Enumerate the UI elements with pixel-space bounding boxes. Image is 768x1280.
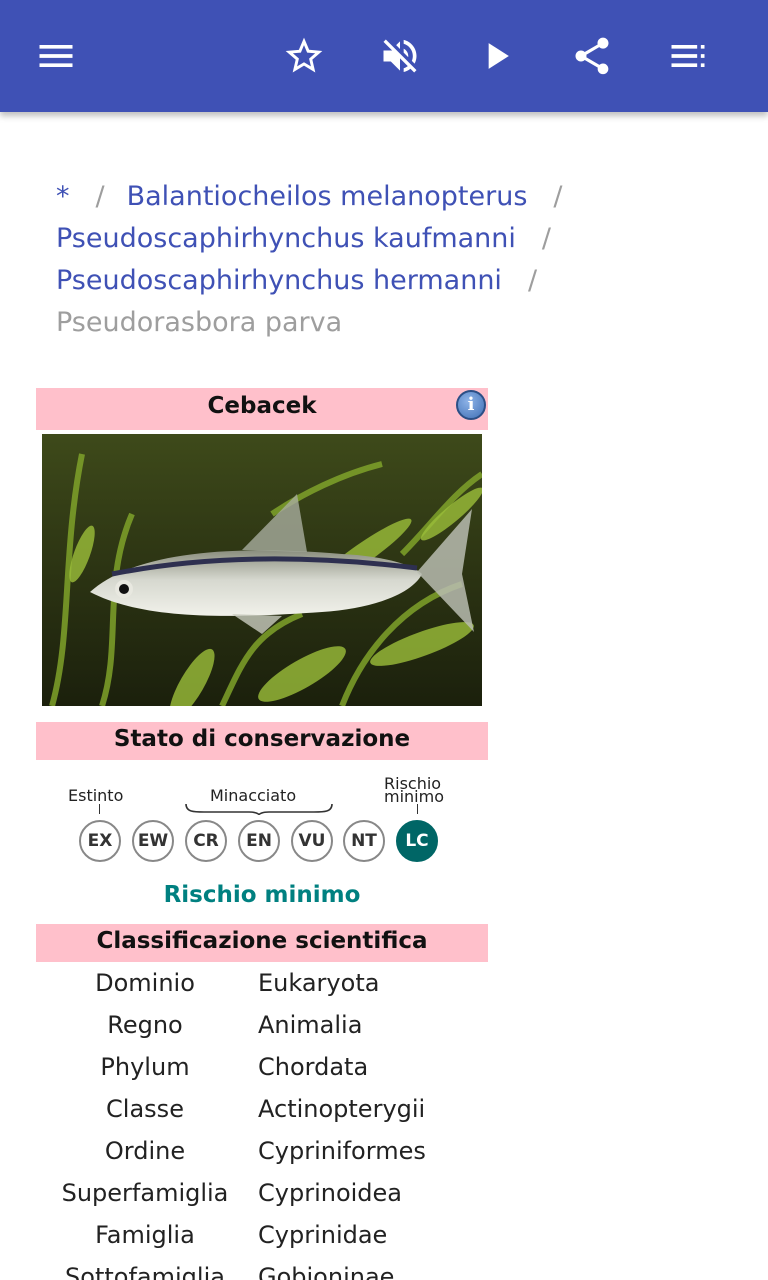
- classification-header: Classificazione scientifica: [36, 924, 488, 962]
- status-code-en: EN: [238, 820, 280, 862]
- rank-label: Famiglia: [95, 1221, 195, 1249]
- fish-photo-illustration: [42, 434, 482, 706]
- play-button[interactable]: [466, 26, 526, 86]
- species-photo[interactable]: [42, 434, 482, 706]
- status-code-vu: VU: [291, 820, 333, 862]
- rank-label: Regno: [107, 1011, 183, 1039]
- mute-button[interactable]: [370, 26, 430, 86]
- share-button[interactable]: [562, 26, 622, 86]
- breadcrumb-link-root[interactable]: *: [56, 181, 70, 212]
- classification-row: Ordine Cypriniformes: [36, 1132, 488, 1174]
- breadcrumb-separator: /: [541, 223, 552, 254]
- conservation-status-text[interactable]: Rischio minimo: [36, 882, 488, 908]
- playlist-button[interactable]: [658, 26, 718, 86]
- status-code-lc-active: LC: [396, 820, 438, 862]
- rank-label: Classe: [106, 1095, 184, 1123]
- app-toolbar: [0, 0, 768, 112]
- breadcrumb-link-hermanni[interactable]: Pseudoscaphirhynchus hermanni: [56, 265, 502, 296]
- tick-extinct: [99, 804, 100, 814]
- classification-row: Regno Animalia: [36, 1006, 488, 1048]
- threatened-brace: [185, 803, 333, 816]
- breadcrumb-separator: /: [553, 181, 563, 212]
- rank-label: Sottofamiglia: [65, 1263, 225, 1280]
- conservation-status-header: Stato di conservazione: [36, 722, 488, 760]
- classification-row: Famiglia Cyprinidae: [36, 1216, 488, 1258]
- label-least-concern-line2: minimo: [384, 787, 444, 806]
- classification-row: Dominio Eukaryota: [36, 964, 488, 1006]
- menu-icon: [39, 45, 73, 67]
- classification-table: Dominio Eukaryota Regno Animalia Phylum Cho…: [36, 964, 488, 1280]
- status-code-ew: EW: [132, 820, 174, 862]
- rank-value[interactable]: Cypriniformes: [254, 1132, 426, 1174]
- breadcrumb-current: Pseudorasbora parva: [56, 307, 343, 338]
- favorite-button[interactable]: [274, 26, 334, 86]
- status-code-nt: NT: [343, 820, 385, 862]
- rank-label: Ordine: [104, 1137, 186, 1165]
- share-icon: [575, 37, 609, 75]
- rank-value[interactable]: Cyprinidae: [254, 1216, 387, 1258]
- rank-value[interactable]: Actinopterygii: [254, 1090, 425, 1132]
- classification-row: Superfamiglia Cyprinoidea: [36, 1174, 488, 1216]
- infobox-title-bar: Cebacek i: [36, 388, 488, 430]
- rank-value[interactable]: Gobioninae: [254, 1258, 394, 1280]
- status-code-cr: CR: [185, 820, 227, 862]
- info-icon[interactable]: i: [456, 390, 486, 420]
- rank-value[interactable]: Animalia: [254, 1006, 362, 1048]
- rank-label: Superfamiglia: [61, 1179, 229, 1207]
- status-code-ex: EX: [79, 820, 121, 862]
- infobox-title: Cebacek: [207, 393, 317, 419]
- tick-least-concern: [417, 804, 418, 814]
- playlist-icon: [671, 45, 705, 67]
- rank-label: Phylum: [100, 1053, 190, 1081]
- classification-row: Classe Actinopterygii: [36, 1090, 488, 1132]
- star-outline-icon: [285, 37, 323, 73]
- breadcrumb-link-balantiocheilos[interactable]: Balantiocheilos melanopterus: [127, 181, 528, 212]
- rank-value[interactable]: Chordata: [254, 1048, 368, 1090]
- breadcrumb-separator: /: [527, 265, 538, 296]
- breadcrumb-separator: /: [95, 181, 105, 212]
- volume-off-icon: [383, 39, 417, 73]
- breadcrumb-link-kaufmanni[interactable]: Pseudoscaphirhynchus kaufmanni: [56, 223, 516, 254]
- classification-row: Sottofamiglia Gobioninae: [36, 1258, 488, 1280]
- rank-value[interactable]: Eukaryota: [254, 964, 379, 1006]
- classification-row: Phylum Chordata: [36, 1048, 488, 1090]
- rank-value[interactable]: Cyprinoidea: [254, 1174, 402, 1216]
- label-extinct: Estinto: [68, 786, 124, 805]
- breadcrumb: * / Balantiocheilos melanopterus / Pseudosc…: [56, 176, 736, 344]
- menu-button[interactable]: [26, 26, 86, 86]
- species-infobox: Cebacek i Stato di conservazione Estinto…: [36, 388, 488, 1280]
- rank-label: Dominio: [95, 969, 195, 997]
- play-icon: [488, 43, 509, 69]
